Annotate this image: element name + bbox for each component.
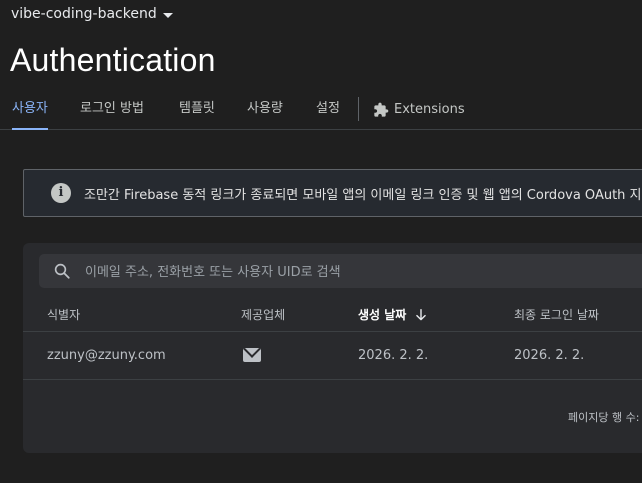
tab-bar: 사용자 로그인 방법 템플릿 사용량 설정 Extensions xyxy=(0,91,642,130)
page-title: Authentication xyxy=(10,42,216,78)
tab-settings[interactable]: 설정 xyxy=(316,91,340,129)
project-switcher[interactable]: vibe-coding-backend xyxy=(11,6,173,22)
chevron-down-icon xyxy=(162,12,173,18)
column-header-created-label: 생성 날짜 xyxy=(358,308,407,322)
email-icon xyxy=(243,348,261,362)
tab-sign-in-method[interactable]: 로그인 방법 xyxy=(80,91,144,129)
rows-per-page-label: 페이지당 행 수: xyxy=(568,411,640,424)
tab-usage[interactable]: 사용량 xyxy=(247,91,283,129)
tab-divider xyxy=(358,97,359,121)
column-header-created[interactable]: 생성 날짜 xyxy=(358,306,428,323)
column-header-identifier[interactable]: 식별자 xyxy=(47,306,80,323)
column-header-last-sign-in[interactable]: 최종 로그인 날짜 xyxy=(514,306,599,323)
search-icon xyxy=(54,263,70,279)
tab-extensions[interactable]: Extensions xyxy=(373,91,465,129)
info-banner: i 조만간 Firebase 동적 링크가 종료되면 모바일 앱의 이메일 링크… xyxy=(23,169,642,217)
table-header-divider xyxy=(23,331,642,332)
cell-created: 2026. 2. 2. xyxy=(358,348,429,363)
banner-message: 조만간 Firebase 동적 링크가 종료되면 모바일 앱의 이메일 링크 인… xyxy=(84,188,642,203)
tab-users[interactable]: 사용자 xyxy=(12,91,48,130)
search-input[interactable] xyxy=(83,254,642,290)
cell-last-sign-in: 2026. 2. 2. xyxy=(514,348,585,363)
info-icon: i xyxy=(51,183,71,203)
puzzle-icon xyxy=(374,102,389,117)
tab-extensions-label: Extensions xyxy=(394,102,465,117)
table-row-divider xyxy=(23,379,642,380)
search-box[interactable] xyxy=(39,254,642,290)
cell-identifier: zzuny@zzuny.com xyxy=(47,348,166,363)
authentication-page: vibe-coding-backend Authentication 사용자 로… xyxy=(0,0,642,483)
arrow-down-icon[interactable] xyxy=(414,308,428,322)
users-card: 식별자 제공업체 생성 날짜 최종 로그인 날짜 zzuny@zzuny.com… xyxy=(23,243,642,453)
project-name: vibe-coding-backend xyxy=(11,6,157,22)
tab-templates[interactable]: 템플릿 xyxy=(179,91,215,129)
column-header-provider[interactable]: 제공업체 xyxy=(241,306,285,323)
